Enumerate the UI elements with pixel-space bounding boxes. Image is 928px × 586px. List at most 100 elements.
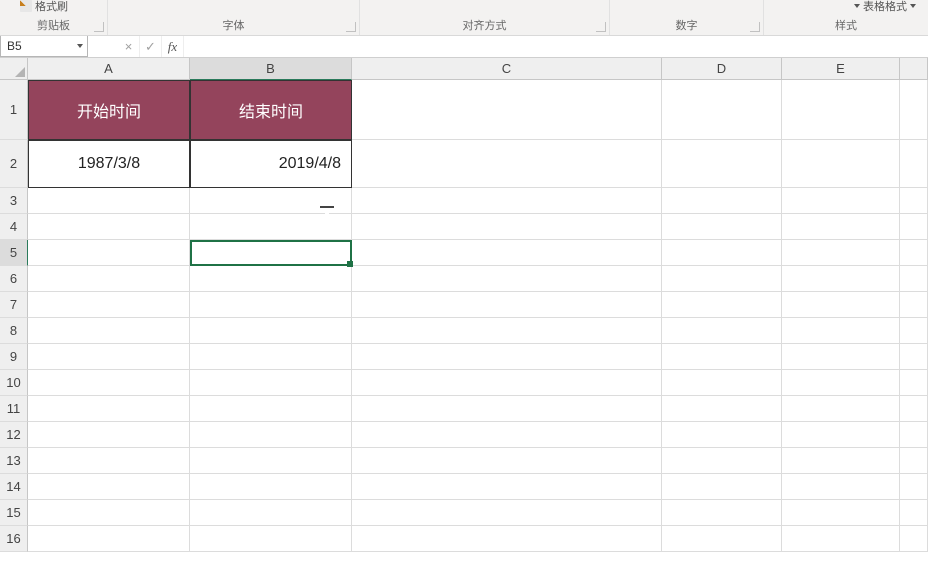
cell-tail9[interactable] bbox=[900, 344, 928, 370]
cell-tail12[interactable] bbox=[900, 422, 928, 448]
cell-E6[interactable] bbox=[782, 266, 900, 292]
cell-D3[interactable] bbox=[662, 188, 782, 214]
column-header-B[interactable]: B bbox=[190, 58, 352, 80]
cell-E12[interactable] bbox=[782, 422, 900, 448]
cell-A12[interactable] bbox=[28, 422, 190, 448]
cell-B16[interactable] bbox=[190, 526, 352, 552]
cell-C16[interactable] bbox=[352, 526, 662, 552]
cell-D10[interactable] bbox=[662, 370, 782, 396]
cell-B5[interactable] bbox=[190, 240, 352, 266]
cell-D15[interactable] bbox=[662, 500, 782, 526]
cell-D7[interactable] bbox=[662, 292, 782, 318]
cell-D6[interactable] bbox=[662, 266, 782, 292]
select-all-triangle[interactable] bbox=[0, 58, 28, 80]
cell-B12[interactable] bbox=[190, 422, 352, 448]
cell-B1[interactable]: 结束时间 bbox=[190, 80, 352, 140]
cell-C2[interactable] bbox=[352, 140, 662, 188]
spreadsheet-grid[interactable]: A B C D E 1 2 3 4 5 6 7 8 9 10 11 12 13 … bbox=[0, 58, 928, 586]
number-dialog-launcher[interactable] bbox=[750, 22, 760, 32]
row-header-5[interactable]: 5 bbox=[0, 240, 28, 266]
alignment-dialog-launcher[interactable] bbox=[596, 22, 606, 32]
cell-A14[interactable] bbox=[28, 474, 190, 500]
row-header-2[interactable]: 2 bbox=[0, 140, 28, 188]
cell-D11[interactable] bbox=[662, 396, 782, 422]
cell-A16[interactable] bbox=[28, 526, 190, 552]
cell-tail8[interactable] bbox=[900, 318, 928, 344]
cell-C14[interactable] bbox=[352, 474, 662, 500]
cell-E5[interactable] bbox=[782, 240, 900, 266]
cell-D8[interactable] bbox=[662, 318, 782, 344]
cell-B15[interactable] bbox=[190, 500, 352, 526]
cell-C6[interactable] bbox=[352, 266, 662, 292]
row-header-15[interactable]: 15 bbox=[0, 500, 28, 526]
row-header-4[interactable]: 4 bbox=[0, 214, 28, 240]
cell-C11[interactable] bbox=[352, 396, 662, 422]
cell-C5[interactable] bbox=[352, 240, 662, 266]
cell-tail1[interactable] bbox=[900, 80, 928, 140]
column-header-D[interactable]: D bbox=[662, 58, 782, 80]
cell-tail11[interactable] bbox=[900, 396, 928, 422]
cell-D1[interactable] bbox=[662, 80, 782, 140]
cell-C7[interactable] bbox=[352, 292, 662, 318]
cell-E9[interactable] bbox=[782, 344, 900, 370]
cell-E1[interactable] bbox=[782, 80, 900, 140]
cell-tail3[interactable] bbox=[900, 188, 928, 214]
column-header-E[interactable]: E bbox=[782, 58, 900, 80]
cell-A4[interactable] bbox=[28, 214, 190, 240]
cell-C8[interactable] bbox=[352, 318, 662, 344]
cell-tail14[interactable] bbox=[900, 474, 928, 500]
cell-D2[interactable] bbox=[662, 140, 782, 188]
cell-A13[interactable] bbox=[28, 448, 190, 474]
cell-tail6[interactable] bbox=[900, 266, 928, 292]
row-header-16[interactable]: 16 bbox=[0, 526, 28, 552]
cell-D16[interactable] bbox=[662, 526, 782, 552]
cell-B13[interactable] bbox=[190, 448, 352, 474]
cell-B2[interactable]: 2019/4/8 bbox=[190, 140, 352, 188]
cell-C3[interactable] bbox=[352, 188, 662, 214]
chevron-down-icon[interactable] bbox=[77, 44, 83, 48]
cell-B3[interactable] bbox=[190, 188, 352, 214]
cell-D4[interactable] bbox=[662, 214, 782, 240]
cell-C9[interactable] bbox=[352, 344, 662, 370]
row-header-10[interactable]: 10 bbox=[0, 370, 28, 396]
cell-E15[interactable] bbox=[782, 500, 900, 526]
clipboard-dialog-launcher[interactable] bbox=[94, 22, 104, 32]
row-header-12[interactable]: 12 bbox=[0, 422, 28, 448]
cell-tail16[interactable] bbox=[900, 526, 928, 552]
formula-enter-button[interactable]: ✓ bbox=[140, 36, 162, 57]
cell-tail5[interactable] bbox=[900, 240, 928, 266]
cell-E7[interactable] bbox=[782, 292, 900, 318]
cell-E14[interactable] bbox=[782, 474, 900, 500]
insert-function-button[interactable]: fx bbox=[162, 36, 184, 57]
cell-E16[interactable] bbox=[782, 526, 900, 552]
cell-A7[interactable] bbox=[28, 292, 190, 318]
row-header-11[interactable]: 11 bbox=[0, 396, 28, 422]
cell-E10[interactable] bbox=[782, 370, 900, 396]
cell-B8[interactable] bbox=[190, 318, 352, 344]
cell-E13[interactable] bbox=[782, 448, 900, 474]
column-header-C[interactable]: C bbox=[352, 58, 662, 80]
cell-C15[interactable] bbox=[352, 500, 662, 526]
row-header-6[interactable]: 6 bbox=[0, 266, 28, 292]
formula-bar-input[interactable] bbox=[184, 36, 928, 57]
cell-A2[interactable]: 1987/3/8 bbox=[28, 140, 190, 188]
cell-B6[interactable] bbox=[190, 266, 352, 292]
cell-D5[interactable] bbox=[662, 240, 782, 266]
cell-tail2[interactable] bbox=[900, 140, 928, 188]
cell-E8[interactable] bbox=[782, 318, 900, 344]
cell-C1[interactable] bbox=[352, 80, 662, 140]
cells-area[interactable]: 开始时间 结束时间 1987/3/8 2019/4/8 bbox=[28, 80, 928, 552]
cell-E2[interactable] bbox=[782, 140, 900, 188]
cell-A8[interactable] bbox=[28, 318, 190, 344]
cell-tail13[interactable] bbox=[900, 448, 928, 474]
name-box[interactable]: B5 bbox=[0, 36, 88, 57]
table-styles-button[interactable]: 表格格式 bbox=[854, 0, 916, 14]
cell-B11[interactable] bbox=[190, 396, 352, 422]
row-header-1[interactable]: 1 bbox=[0, 80, 28, 140]
cell-D14[interactable] bbox=[662, 474, 782, 500]
row-header-14[interactable]: 14 bbox=[0, 474, 28, 500]
cell-tail10[interactable] bbox=[900, 370, 928, 396]
cell-D9[interactable] bbox=[662, 344, 782, 370]
cell-tail15[interactable] bbox=[900, 500, 928, 526]
cell-tail7[interactable] bbox=[900, 292, 928, 318]
